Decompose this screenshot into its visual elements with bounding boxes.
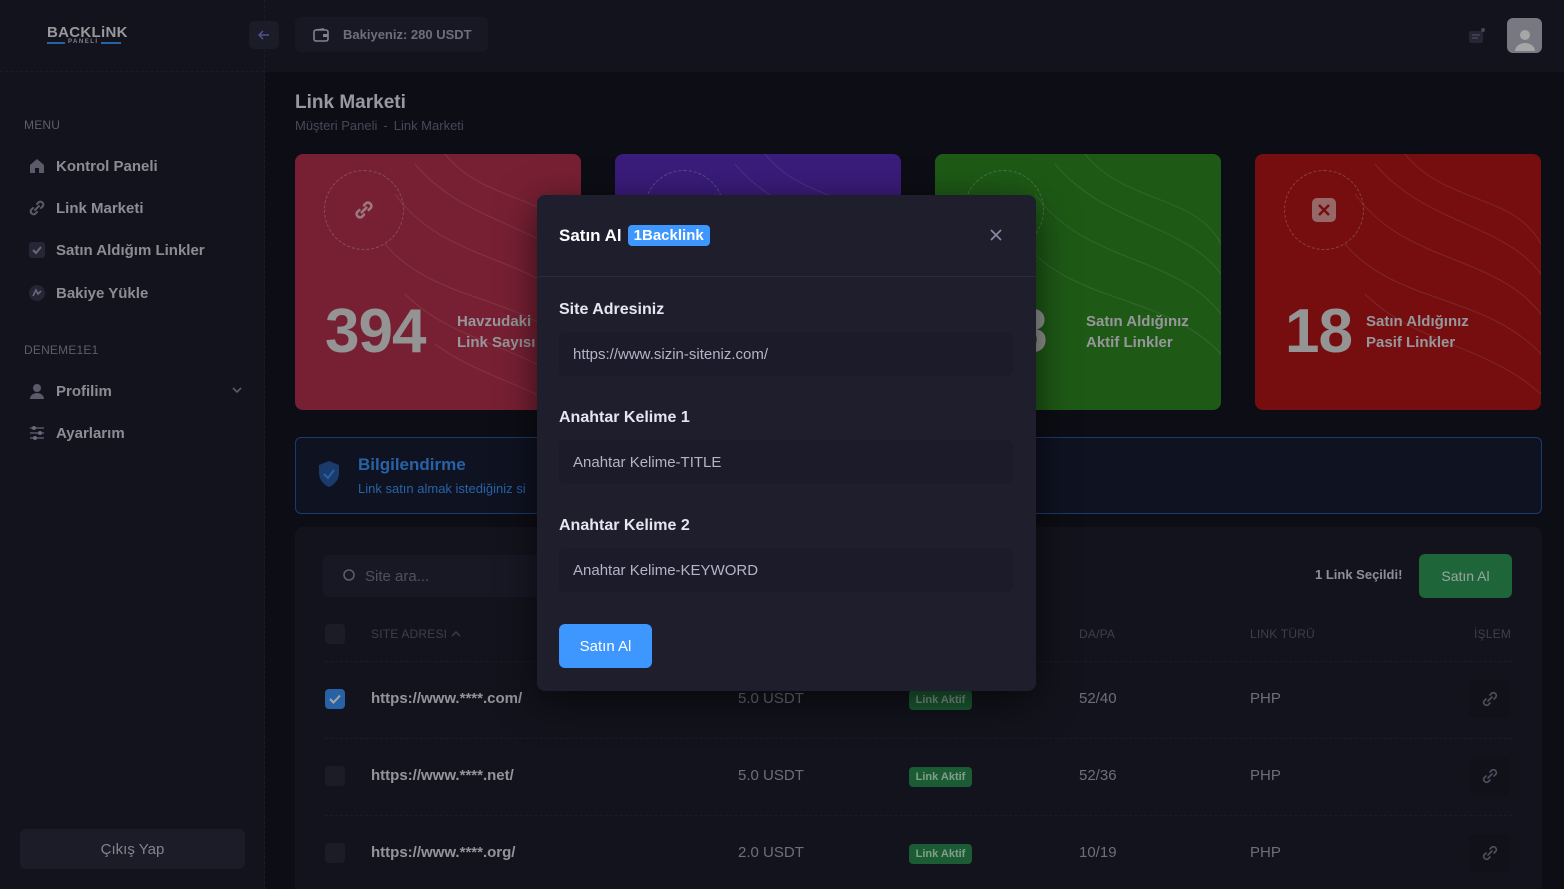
submit-purchase-button[interactable]: Satın Al <box>559 624 652 668</box>
modal-header: Satın Al 1Backlink <box>537 195 1036 277</box>
close-icon[interactable] <box>988 227 1004 243</box>
keyword1-label: Anahtar Kelime 1 <box>559 409 690 426</box>
modal-title: Satın Al 1Backlink <box>559 225 710 246</box>
purchase-modal: Satın Al 1Backlink Site Adresiniz Anahta… <box>537 195 1036 691</box>
keyword1-input[interactable] <box>559 440 1013 484</box>
modal-badge: 1Backlink <box>627 225 710 246</box>
keyword2-input[interactable] <box>559 548 1013 592</box>
site-address-input[interactable] <box>559 332 1013 376</box>
site-address-label: Site Adresiniz <box>559 301 665 318</box>
keyword2-label: Anahtar Kelime 2 <box>559 517 690 534</box>
